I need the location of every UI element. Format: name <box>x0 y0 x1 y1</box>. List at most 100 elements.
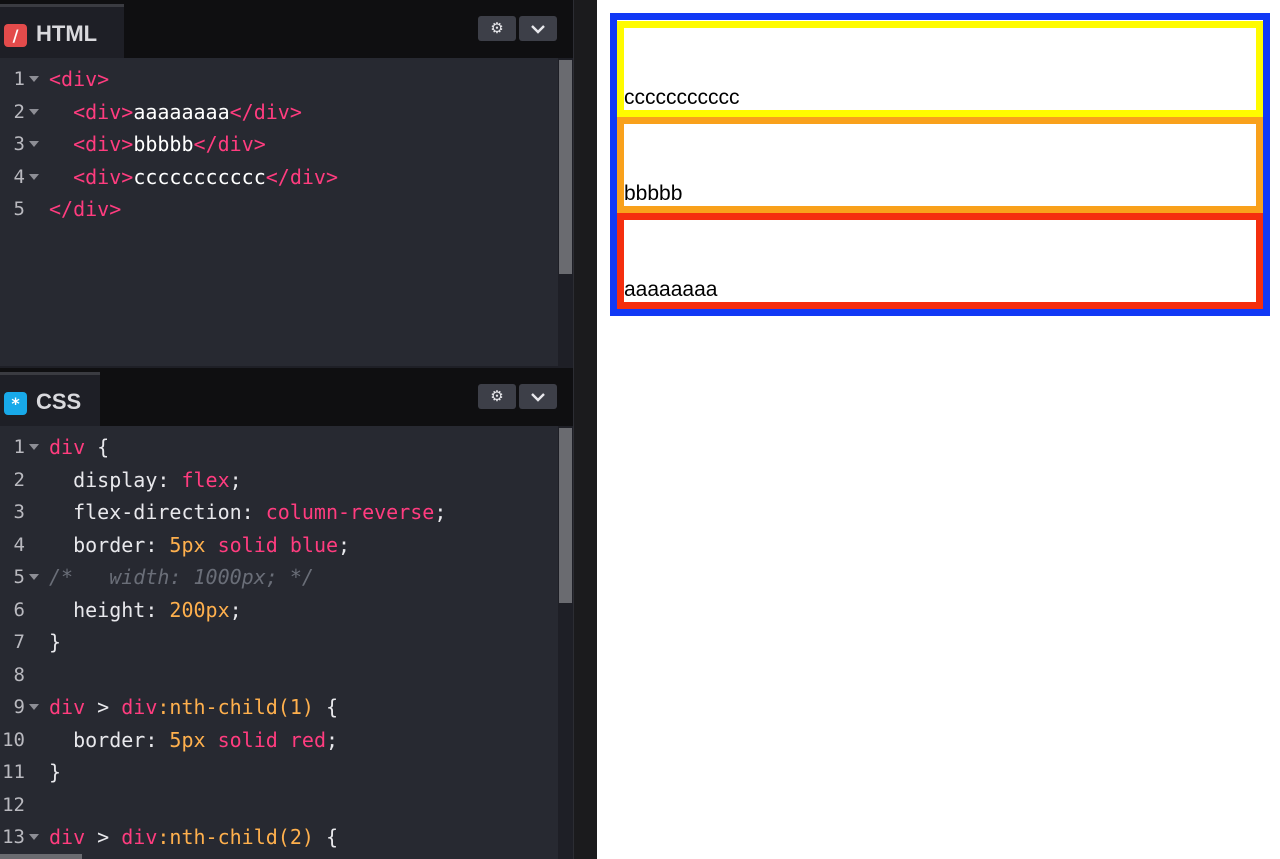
result-preview: aaaaaaaa bbbbb ccccccccccc <box>597 0 1280 859</box>
css-scrollbar-thumb[interactable] <box>559 428 572 603</box>
html-code-line[interactable]: 4 <div>ccccccccccc</div> <box>0 161 558 193</box>
code-token: </div> <box>229 99 302 124</box>
css-code-line[interactable]: 5 /* width: 1000px; */ <box>0 561 558 593</box>
code-token: red <box>289 727 326 752</box>
code-token: :nth-child( <box>157 825 290 849</box>
html-settings-button[interactable]: ⚙ <box>478 16 516 41</box>
code-text: div > div:nth-child(2) { <box>49 821 338 853</box>
css-horizontal-scrollbar[interactable] <box>0 854 82 859</box>
css-code-line[interactable]: 1 div { <box>0 431 558 463</box>
fold-arrow-icon[interactable] <box>29 76 39 82</box>
code-text: } <box>49 626 61 658</box>
preview-child-a: aaaaaaaa <box>617 213 1263 309</box>
code-token: 5px <box>169 727 206 752</box>
line-number: 4 <box>13 165 25 188</box>
code-text: div > div:nth-child(1) { <box>49 691 338 723</box>
code-text: } <box>49 756 61 788</box>
line-number: 4 <box>13 533 25 556</box>
fold-arrow-icon[interactable] <box>29 834 39 840</box>
css-code-line[interactable]: 12 <box>0 789 558 821</box>
fold-arrow-icon[interactable] <box>29 444 39 450</box>
html-code-line[interactable]: 2 <div>aaaaaaaa</div> <box>0 96 558 128</box>
gear-icon: ⚙ <box>490 19 504 37</box>
code-token: </div> <box>193 132 266 156</box>
code-token: :nth-child( <box>157 695 290 719</box>
code-token: solid <box>217 532 278 557</box>
html-code-line[interactable]: 5 </div> <box>0 193 558 225</box>
fold-arrow-icon[interactable] <box>29 574 39 580</box>
line-number: 1 <box>13 68 25 90</box>
html-collapse-button[interactable] <box>519 16 557 41</box>
preview-child-b-text: bbbbb <box>624 182 683 205</box>
fold-arrow-icon[interactable] <box>29 108 39 115</box>
code-text: <div>ccccccccccc</div> <box>49 161 338 193</box>
line-number: 5 <box>13 198 25 220</box>
code-token: 1 <box>289 695 302 719</box>
code-text: <div>bbbbb</div> <box>49 128 266 160</box>
line-number: 2 <box>13 100 25 123</box>
code-token: </div> <box>265 164 339 189</box>
css-editor-panel: * CSS ⚙ 1 div {2 display: flex; 3 flex-dir… <box>0 368 573 859</box>
code-token: flex-direction <box>49 500 242 524</box>
code-token: 5px <box>169 532 206 557</box>
code-text: height: 200px; <box>49 594 242 626</box>
code-token: blue <box>289 532 339 557</box>
code-text: <div>aaaaaaaa</div> <box>49 96 302 128</box>
html-panel-header: / HTML ⚙ <box>0 0 573 58</box>
css-code-area[interactable]: 1 div {2 display: flex; 3 flex-direction: … <box>0 426 558 859</box>
fold-arrow-icon[interactable] <box>29 704 39 710</box>
css-code-line[interactable]: 6 height: 200px; <box>0 594 558 626</box>
code-token: ; <box>434 500 447 524</box>
css-code-line[interactable]: 13 div > div:nth-child(2) { <box>0 821 558 853</box>
fold-arrow-icon[interactable] <box>29 141 39 147</box>
preview-child-c: ccccccccccc <box>617 21 1263 117</box>
code-text: flex-direction: column-reverse; <box>49 496 446 528</box>
css-code-line[interactable]: 2 display: flex; <box>0 464 558 496</box>
code-token: : <box>157 467 182 492</box>
code-token: } <box>49 760 62 784</box>
css-tab[interactable]: * CSS <box>0 372 100 426</box>
code-text: </div> <box>49 193 121 225</box>
code-token: border <box>49 532 146 557</box>
code-token: height <box>49 597 146 622</box>
css-collapse-button[interactable] <box>519 384 557 409</box>
css-code-line[interactable]: 8 <box>0 659 558 691</box>
html-scrollbar[interactable] <box>558 58 573 366</box>
code-token: : <box>145 727 170 752</box>
css-settings-button[interactable]: ⚙ <box>478 384 516 409</box>
css-code-line[interactable]: 3 flex-direction: column-reverse; <box>0 496 558 528</box>
code-token: div <box>121 825 158 849</box>
code-token: div <box>49 825 86 849</box>
pane-resize-handle[interactable] <box>573 0 597 859</box>
code-token: ; <box>229 597 242 622</box>
line-number: 5 <box>13 566 25 588</box>
html-code-area[interactable]: 1 <div> 2 <div>aaaaaaaa</div> 3 <div>bbbbb<… <box>0 58 558 366</box>
line-number: 3 <box>13 133 25 155</box>
css-code-line[interactable]: 4 border: 5px solid blue; <box>0 529 558 561</box>
line-number: 2 <box>13 468 25 491</box>
code-token: column-reverse <box>265 500 435 524</box>
css-code-line[interactable]: 11} <box>0 756 558 788</box>
html-code-line[interactable]: 1 <div> <box>0 63 558 95</box>
css-code-line[interactable]: 9 div > div:nth-child(1) { <box>0 691 558 723</box>
css-scrollbar[interactable] <box>558 426 573 859</box>
line-number: 10 <box>2 728 25 751</box>
html-tab[interactable]: / HTML <box>0 4 124 58</box>
preview-child-b: bbbbb <box>617 117 1263 213</box>
html-code-line[interactable]: 3 <div>bbbbb</div> <box>0 128 558 160</box>
code-text: div { <box>49 431 109 463</box>
line-number: 8 <box>13 663 25 686</box>
code-text: border: 5px solid red; <box>49 724 338 756</box>
css-code-line[interactable]: 10 border: 5px solid red; <box>0 724 558 756</box>
html-scrollbar-thumb[interactable] <box>559 60 572 274</box>
line-number: 9 <box>13 696 25 718</box>
fold-arrow-icon[interactable] <box>29 173 39 180</box>
css-panel-header: * CSS ⚙ <box>0 368 573 426</box>
css-code-line[interactable]: 7} <box>0 626 558 658</box>
code-token: </div> <box>49 197 122 221</box>
